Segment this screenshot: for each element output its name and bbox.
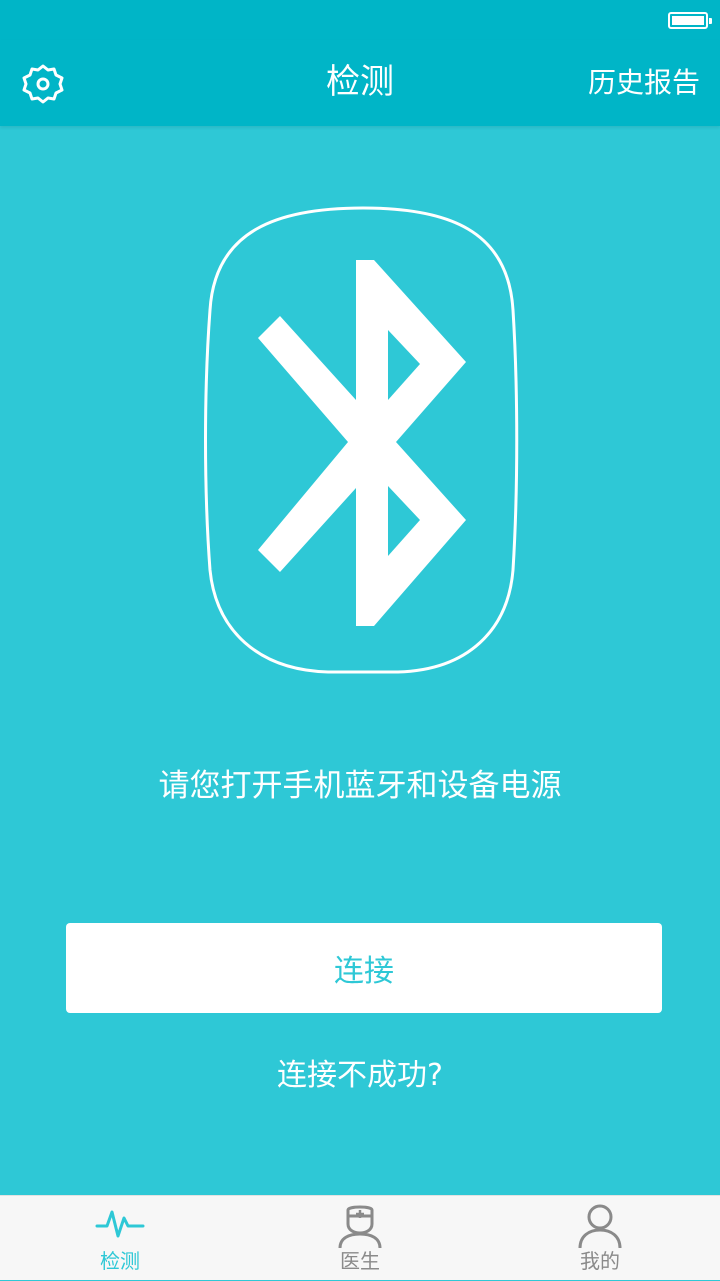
bluetooth-icon <box>204 206 519 674</box>
instruction-text: 请您打开手机蓝牙和设备电源 <box>158 768 562 804</box>
tab-doctor[interactable]: 医生 <box>240 1196 480 1281</box>
app-header: 检测 历史报告 <box>0 40 720 126</box>
tab-label: 检测 <box>100 1249 140 1273</box>
tab-label: 医生 <box>340 1249 380 1273</box>
battery-icon <box>668 12 712 29</box>
heartbeat-icon <box>95 1210 145 1238</box>
tab-mine[interactable]: 我的 <box>480 1196 720 1281</box>
history-report-button[interactable]: 历史报告 <box>588 64 700 102</box>
bottom-tab-bar: 检测 医生 我的 <box>0 1195 720 1280</box>
status-bar <box>0 0 720 40</box>
doctor-icon <box>338 1205 382 1248</box>
connection-help-link[interactable]: 连接不成功? <box>0 1054 720 1098</box>
user-icon <box>578 1204 622 1248</box>
connect-button[interactable]: 连接 <box>66 923 662 1013</box>
tab-detect[interactable]: 检测 <box>0 1196 240 1281</box>
tab-label: 我的 <box>580 1249 620 1273</box>
bluetooth-illustration <box>198 200 528 680</box>
